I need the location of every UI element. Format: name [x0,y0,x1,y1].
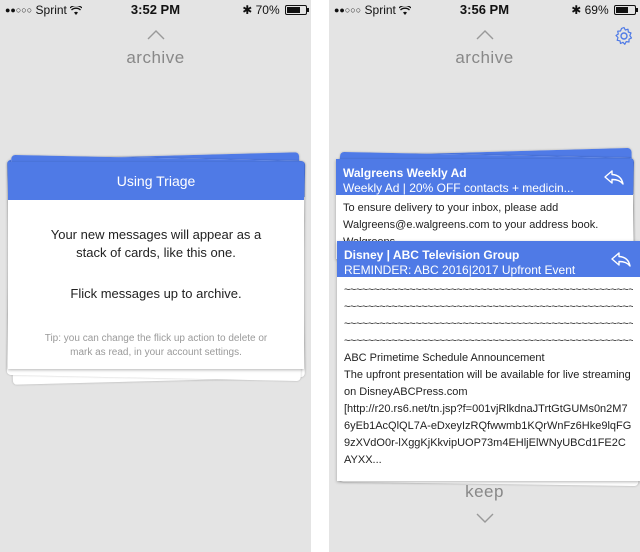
left-screen: ●●○○○ Sprint 3:52 PM ✱ 70% archive Using… [0,0,311,552]
intro-card[interactable]: Using Triage Your new messages will appe… [8,162,304,369]
email-sender: Walgreens Weekly Ad [343,166,467,180]
battery-icon [285,5,309,15]
divider-line: ~~~~~~~~~~~~~~~~~~~~~~~~~~~~~~~~~~~~~~~~… [344,301,633,313]
archive-label: archive [455,48,514,67]
battery-percent: 69% [584,3,609,17]
divider-line: ~~~~~~~~~~~~~~~~~~~~~~~~~~~~~~~~~~~~~~~~… [344,284,633,296]
email-header: Walgreens Weekly Ad Weekly Ad | 20% OFF … [336,159,633,195]
email-subject: Weekly Ad | 20% OFF contacts + medicin..… [343,181,574,195]
divider-line: ~~~~~~~~~~~~~~~~~~~~~~~~~~~~~~~~~~~~~~~~… [344,335,633,347]
divider-line: ~~~~~~~~~~~~~~~~~~~~~~~~~~~~~~~~~~~~~~~~… [344,318,633,330]
battery-icon [614,5,638,15]
right-screen: ●●○○○ Sprint 3:56 PM ✱ 69% archive Walgr… [329,0,640,552]
battery-percent: 70% [255,3,280,17]
reply-icon[interactable] [603,169,625,185]
chevron-down-icon [329,510,640,528]
chevron-up-icon [329,27,640,45]
archive-label: archive [126,48,185,67]
email-text: The upfront presentation will be availab… [344,369,631,398]
email-link[interactable]: [http://r20.rs6.net/tn.jsp?f=001vjRlkdna… [344,401,633,469]
email-header: Disney | ABC Television Group REMINDER: … [337,241,640,277]
status-bar: ●●○○○ Sprint 3:56 PM ✱ 69% [329,0,640,18]
card-title: Using Triage [8,162,304,200]
reply-icon[interactable] [610,251,632,267]
email-body: ~~~~~~~~~~~~~~~~~~~~~~~~~~~~~~~~~~~~~~~~… [337,277,640,481]
email-subject: REMINDER: ABC 2016|2017 Upfront Event [344,263,576,277]
email-heading: ABC Primetime Schedule Announcement [344,352,545,364]
bluetooth-icon: ✱ [242,3,253,17]
email-sender: Disney | ABC Television Group [344,248,520,262]
chevron-up-icon [0,27,311,45]
intro-message: Your new messages will appear as a stack… [50,227,262,260]
archive-instruction: Flick messages up to archive. [70,286,242,301]
status-bar: ●●○○○ Sprint 3:52 PM ✱ 70% [0,0,311,18]
email-card[interactable]: Disney | ABC Television Group REMINDER: … [337,241,640,481]
bluetooth-icon: ✱ [571,3,582,17]
keep-label: keep [465,482,504,501]
tip-text: Tip: you can change the flick up action … [44,333,268,358]
